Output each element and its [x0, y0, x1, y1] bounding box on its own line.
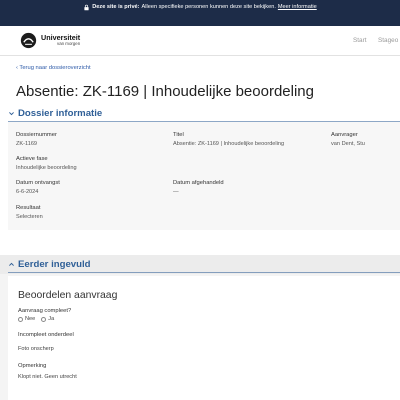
back-to-overview-link[interactable]: ‹ Terug naar dossieroverzicht — [16, 65, 91, 71]
field-actieve-fase: Actieve fase Inhoudelijke beoordeling — [16, 156, 77, 171]
answer-value: Klopt niet. Geen utrecht — [18, 374, 77, 380]
university-crest-icon — [20, 32, 37, 49]
field-label: Titel — [173, 132, 184, 138]
banner-bold-text: Deze site is privé: — [92, 4, 140, 10]
field-datum-afgehandeld: Datum afgehandeld — — [173, 180, 224, 195]
field-datum-ontvangst: Datum ontvangst 6-6-2024 — [16, 180, 60, 195]
section-eerder-ingevuld[interactable]: Eerder ingevuld — [8, 259, 91, 270]
field-label: Dossiernummer — [16, 132, 57, 138]
field-value: Inhoudelijke beoordeling — [16, 165, 77, 171]
banner-text: Alleen specifieke personen kunnen deze s… — [141, 4, 276, 10]
divider — [8, 272, 400, 273]
chevron-down-icon — [9, 112, 14, 116]
field-label: Datum afgehandeld — [173, 180, 224, 186]
resultaat-select[interactable]: Selecteren — [16, 214, 43, 220]
radio-label: Ja — [48, 316, 55, 322]
site-logo[interactable]: Universiteit van morgen — [20, 32, 80, 49]
banner-more-info-link[interactable]: Meer informatie — [278, 4, 317, 10]
field-value: — — [173, 189, 179, 195]
answer-value: Foto onscherp — [18, 346, 54, 352]
suite-bar — [0, 14, 400, 26]
field-label: Resultaat — [16, 205, 41, 211]
question-label: Opmerking — [18, 363, 47, 369]
field-value: Absentie: ZK-1169 | Inhoudelijke beoorde… — [173, 141, 285, 147]
page-title: Absentie: ZK-1169 | Inhoudelijke beoorde… — [16, 83, 314, 100]
logo-name: Universiteit — [41, 33, 81, 43]
radio-ja[interactable]: Ja — [41, 316, 54, 322]
beoordelen-card: Beoordelen aanvraag Aanvraag compleet? N… — [8, 276, 400, 400]
radio-icon — [41, 316, 47, 322]
field-resultaat: Resultaat Selecteren — [16, 205, 43, 220]
radio-icon — [18, 316, 23, 322]
field-value: van Dent, Stu — [331, 141, 365, 147]
field-value: 6-6-2024 — [16, 189, 39, 195]
card-title: Beoordelen aanvraag — [18, 290, 118, 301]
section-heading: Dossier informatie — [18, 108, 103, 119]
site-header: Universiteit van morgen Start Stageo — [0, 26, 400, 56]
lock-icon — [84, 4, 89, 10]
field-aanvrager: Aanvrager van Dent, Stu — [331, 132, 365, 147]
field-label: Datum ontvangst — [16, 180, 60, 186]
field-dossiernummer: Dossiernummer ZK-1169 — [16, 132, 57, 147]
field-label: Aanvrager — [331, 132, 358, 138]
field-value: ZK-1169 — [16, 141, 38, 147]
dossier-info-panel: Dossiernummer ZK-1169 Titel Absentie: ZK… — [8, 122, 400, 230]
compleet-radio-group: Nee Ja — [18, 316, 54, 322]
logo-subtitle: van morgen — [57, 41, 81, 47]
radio-label: Nee — [25, 316, 36, 322]
section-heading: Eerder ingevuld — [18, 259, 91, 270]
dossier-page: ‹ Terug naar dossieroverzicht Absentie: … — [0, 56, 400, 255]
nav-start[interactable]: Start — [353, 37, 367, 44]
nav-stageo[interactable]: Stageo — [378, 37, 398, 44]
private-site-banner: Deze site is privé: Alleen specifieke pe… — [0, 0, 400, 14]
field-label: Actieve fase — [16, 156, 48, 162]
radio-nee[interactable]: Nee — [18, 316, 35, 322]
question-label: Incompleet onderdeel — [18, 332, 74, 338]
question-label: Aanvraag compleet? — [18, 308, 72, 314]
chevron-up-icon — [9, 262, 14, 266]
section-dossier-informatie[interactable]: Dossier informatie — [8, 108, 102, 119]
field-titel: Titel Absentie: ZK-1169 | Inhoudelijke b… — [173, 132, 284, 147]
